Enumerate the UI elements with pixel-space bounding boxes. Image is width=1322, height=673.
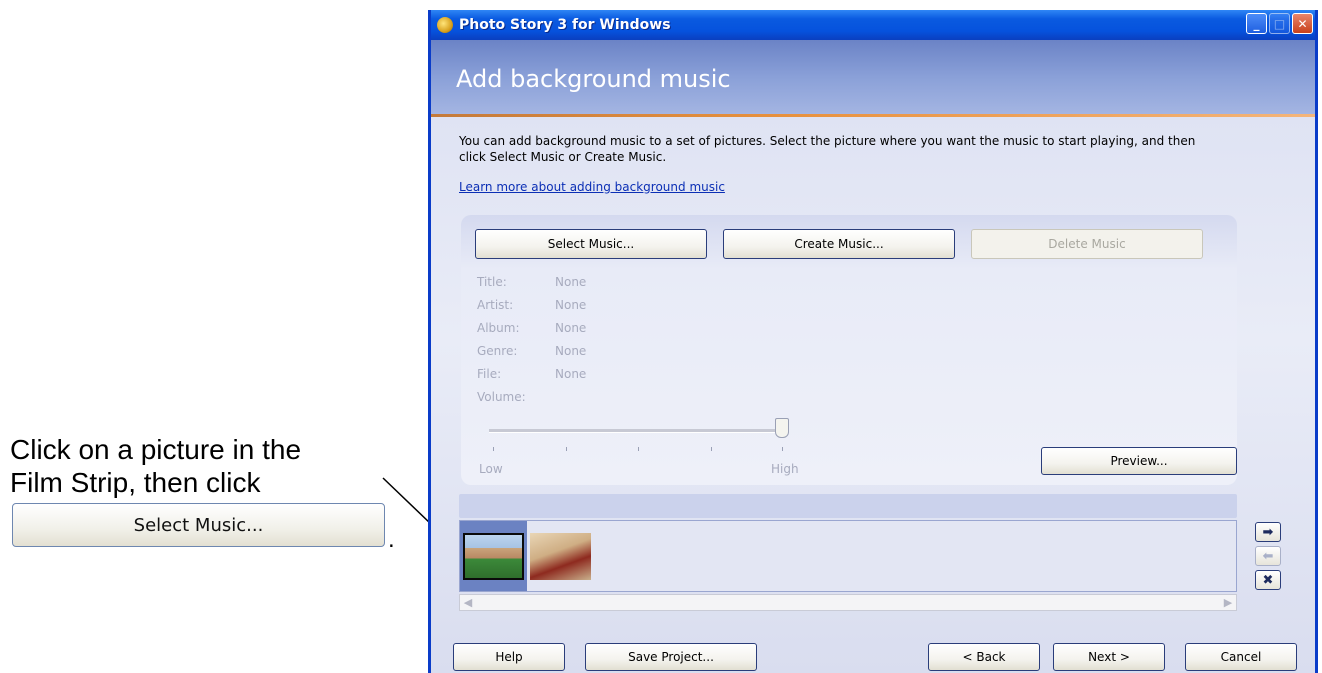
volume-tick	[638, 447, 639, 451]
photo-story-window: Photo Story 3 for Windows _ □ ✕ Add back…	[428, 10, 1318, 673]
create-music-button[interactable]: Create Music...	[723, 229, 955, 259]
preview-button[interactable]: Preview...	[1041, 447, 1237, 475]
instruction-line-2: Film Strip, then click	[10, 467, 261, 498]
page-header: Add background music	[431, 40, 1315, 114]
learn-more-link[interactable]: Learn more about adding background music	[459, 180, 725, 194]
instructions-text: You can add background music to a set of…	[459, 134, 1196, 164]
window-controls: _ □ ✕	[1246, 13, 1313, 34]
volume-tick	[566, 447, 567, 451]
volume-high-label: High	[771, 462, 799, 476]
volume-tick	[493, 447, 494, 451]
meta-album-value: None	[555, 321, 587, 335]
volume-tick	[782, 447, 783, 451]
scroll-right-icon[interactable]: ▶	[1220, 595, 1236, 610]
meta-title-label: Title:	[477, 275, 507, 289]
move-right-button[interactable]: ➡	[1255, 522, 1281, 542]
title-bar[interactable]: Photo Story 3 for Windows _ □ ✕	[431, 10, 1315, 40]
close-button[interactable]: ✕	[1292, 13, 1313, 34]
maximize-button[interactable]: □	[1269, 13, 1290, 34]
next-button[interactable]: Next >	[1053, 643, 1165, 671]
meta-genre-value: None	[555, 344, 587, 358]
meta-title-value: None	[555, 275, 587, 289]
callout-select-music-button: Select Music...	[12, 503, 385, 547]
minimize-button[interactable]: _	[1246, 13, 1267, 34]
meta-genre-label: Genre:	[477, 344, 518, 358]
remove-picture-button[interactable]: ✖	[1255, 570, 1281, 590]
window-title: Photo Story 3 for Windows	[459, 17, 671, 33]
delete-music-button[interactable]: Delete Music	[971, 229, 1203, 259]
meta-file-value: None	[555, 367, 587, 381]
picture-thumbnail-1[interactable]	[463, 533, 524, 580]
filmstrip	[459, 520, 1237, 592]
meta-album-label: Album:	[477, 321, 520, 335]
help-button[interactable]: Help	[453, 643, 565, 671]
page-title: Add background music	[456, 65, 731, 93]
move-left-button[interactable]: ⬅	[1255, 546, 1281, 566]
meta-artist-value: None	[555, 298, 587, 312]
scroll-left-icon[interactable]: ◀	[460, 595, 476, 610]
volume-tick	[711, 447, 712, 451]
filmstrip-header	[459, 494, 1237, 518]
content-area: You can add background music to a set of…	[431, 117, 1315, 673]
volume-low-label: Low	[479, 462, 503, 476]
select-music-button[interactable]: Select Music...	[475, 229, 707, 259]
music-panel: Select Music... Create Music... Delete M…	[461, 215, 1237, 485]
volume-label: Volume:	[477, 390, 526, 404]
instruction-callout: Click on a picture in the Film Strip, th…	[10, 433, 400, 499]
volume-slider-thumb[interactable]	[775, 418, 789, 438]
cancel-button[interactable]: Cancel	[1185, 643, 1297, 671]
app-icon	[437, 17, 453, 33]
picture-thumbnail-2[interactable]	[530, 533, 591, 580]
meta-artist-label: Artist:	[477, 298, 514, 312]
save-project-button[interactable]: Save Project...	[585, 643, 757, 671]
instruction-line-1: Click on a picture in the	[10, 434, 302, 465]
volume-slider-track[interactable]	[489, 429, 785, 433]
back-button[interactable]: < Back	[928, 643, 1040, 671]
callout-period: .	[388, 526, 395, 553]
filmstrip-scrollbar[interactable]: ◀ ▶	[459, 594, 1237, 611]
meta-file-label: File:	[477, 367, 502, 381]
